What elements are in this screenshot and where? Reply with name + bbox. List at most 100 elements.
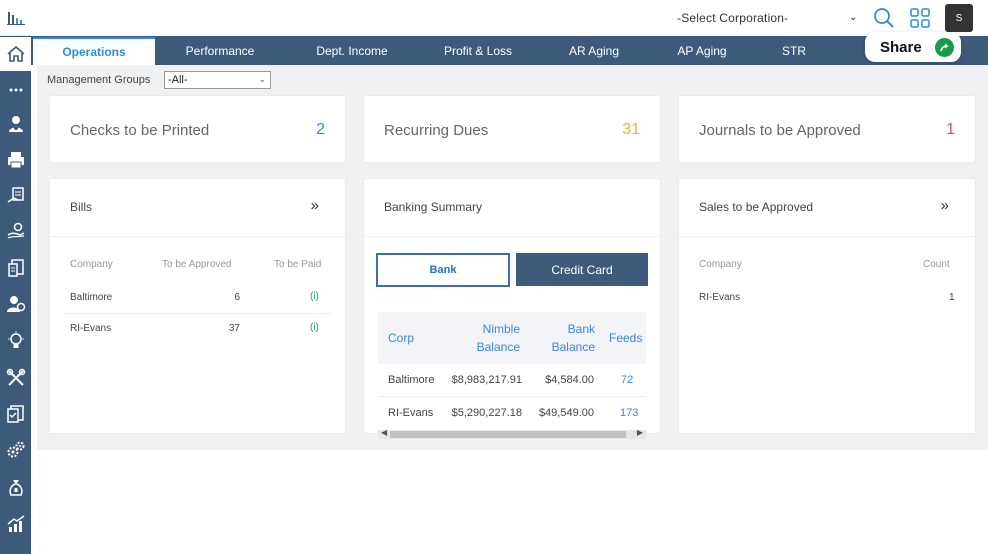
sales-row-company: RI-Evans <box>699 292 741 303</box>
sidebar-item-users[interactable] <box>0 107 31 141</box>
bills-card: Bills » Company To be Approved To be Pai… <box>50 179 345 433</box>
sales-title: Sales to be Approved <box>699 200 814 214</box>
user-settings-icon <box>8 116 23 132</box>
document-list-icon <box>7 259 24 277</box>
info-icon[interactable]: (i) <box>310 291 319 302</box>
banking-col-nimble: Nimble Balance <box>463 320 520 356</box>
sales-row-count[interactable]: 1 <box>949 292 955 303</box>
sidebar-item-reports[interactable] <box>0 251 31 285</box>
tab-profit-loss[interactable]: Profit & Loss <box>417 36 539 65</box>
banking-col-feeds: Feeds <box>609 331 643 345</box>
chevron-down-icon: ⌄ <box>258 74 266 84</box>
sidebar-item-user-admin[interactable] <box>0 287 31 321</box>
share-button[interactable]: Share <box>865 32 961 62</box>
bills-row-company: RI-Evans <box>70 323 112 334</box>
management-groups-label: Management Groups <box>47 74 151 86</box>
sales-col-company: Company <box>699 259 742 270</box>
sidebar-item-finance[interactable] <box>0 470 31 504</box>
avatar[interactable]: S <box>945 4 973 32</box>
journals-count[interactable]: 1 <box>946 121 955 139</box>
invoice-hand-icon <box>7 187 24 203</box>
apps-grid-icon <box>910 8 930 28</box>
gears-icon <box>7 441 24 458</box>
search-button[interactable] <box>872 6 896 30</box>
bills-col-paid: To be Paid <box>274 259 322 270</box>
banking-row-corp: RI-Evans <box>388 407 434 419</box>
management-groups-select[interactable]: -All- ⌄ <box>164 71 271 89</box>
sidebar-item-print[interactable] <box>0 143 31 177</box>
checklist-icon <box>6 405 24 423</box>
scroll-left-icon[interactable]: ◀ <box>381 428 387 437</box>
printer-icon <box>7 152 24 169</box>
sales-card: Sales to be Approved » Company Count RI-… <box>679 179 975 433</box>
lightbulb-icon <box>7 331 24 348</box>
banking-table-header: Corp Nimble Balance Bank Balance Feeds <box>378 312 646 364</box>
banking-col-bank-line2: Balance <box>551 340 595 354</box>
tab-performance[interactable]: Performance <box>159 36 281 65</box>
home-icon <box>6 45 25 62</box>
app-root: -Select Corporation- ⌄ S Operations Perf… <box>0 0 988 554</box>
checks-count[interactable]: 2 <box>316 121 325 139</box>
sidebar-item-growth[interactable] <box>0 507 31 541</box>
sidebar-item-insights[interactable] <box>0 324 31 358</box>
banking-col-nimble-line1: Nimble <box>482 322 520 336</box>
corporation-select-label: -Select Corporation- <box>677 11 789 25</box>
banking-row-feeds[interactable]: 72 <box>621 374 633 386</box>
banking-row-bank: $49,549.00 <box>538 407 594 419</box>
top-bar: -Select Corporation- ⌄ S <box>31 0 988 36</box>
app-logo[interactable] <box>0 0 31 36</box>
tab-ar-aging[interactable]: AR Aging <box>533 36 655 65</box>
bills-row-approved[interactable]: 6 <box>220 292 240 303</box>
chevron-down-icon: ⌄ <box>849 12 858 23</box>
bills-title: Bills <box>70 200 93 214</box>
sidebar-item-checklist[interactable] <box>0 397 31 431</box>
banking-col-bank-line1: Bank <box>567 322 595 336</box>
banking-col-nimble-line2: Balance <box>476 340 520 354</box>
sidebar-item-more[interactable] <box>0 73 31 107</box>
recurring-card[interactable]: Recurring Dues 31 <box>364 96 660 162</box>
sidebar-item-invoices[interactable] <box>0 179 31 213</box>
recurring-count[interactable]: 31 <box>622 121 640 139</box>
tools-icon <box>6 368 25 386</box>
credit-card-toggle-button[interactable]: Credit Card <box>516 253 648 286</box>
management-groups-value: -All- <box>168 74 188 86</box>
divider <box>50 236 345 237</box>
scrollbar-thumb[interactable] <box>390 431 626 438</box>
tab-dept-income[interactable]: Dept. Income <box>291 36 413 65</box>
bar-logo-icon <box>6 11 25 25</box>
corporation-select[interactable]: -Select Corporation- ⌄ <box>671 8 861 28</box>
sidebar-item-home[interactable] <box>0 37 31 71</box>
growth-chart-icon <box>7 515 24 532</box>
info-icon[interactable]: (i) <box>310 322 319 333</box>
banking-row-corp: Baltimore <box>388 374 435 386</box>
bills-row-approved[interactable]: 37 <box>220 323 240 334</box>
checks-card[interactable]: Checks to be Printed 2 <box>50 96 345 162</box>
double-chevron-right-icon[interactable]: » <box>311 197 319 214</box>
bills-col-company: Company <box>70 259 113 270</box>
money-bag-icon <box>8 480 23 496</box>
sidebar-item-settings[interactable] <box>0 433 31 467</box>
bank-toggle-button[interactable]: Bank <box>376 253 510 287</box>
recurring-label: Recurring Dues <box>384 122 489 139</box>
apps-grid-button[interactable] <box>908 6 932 30</box>
banking-row-nimble: $8,983,217.91 <box>451 374 522 386</box>
row-divider <box>64 313 332 314</box>
double-chevron-right-icon[interactable]: » <box>941 197 949 214</box>
user-gear-icon <box>6 296 25 312</box>
sales-col-count: Count <box>923 259 950 270</box>
hand-coin-icon <box>7 222 24 239</box>
journals-card[interactable]: Journals to be Approved 1 <box>679 96 975 162</box>
tab-str[interactable]: STR <box>734 36 854 65</box>
search-icon <box>874 8 894 28</box>
bills-row-company: Baltimore <box>70 292 113 303</box>
sidebar-item-tools[interactable] <box>0 361 31 395</box>
banking-row-feeds[interactable]: 173 <box>620 407 638 419</box>
bills-col-approved: To be Approved <box>162 259 232 270</box>
horizontal-scrollbar[interactable]: ◀ ▶ <box>378 428 646 439</box>
divider <box>364 236 660 237</box>
scroll-right-icon[interactable]: ▶ <box>637 428 643 437</box>
menu-dots-icon <box>9 88 22 92</box>
sidebar-item-payments[interactable] <box>0 214 31 248</box>
tab-operations[interactable]: Operations <box>33 37 155 65</box>
banking-title: Banking Summary <box>384 200 483 214</box>
